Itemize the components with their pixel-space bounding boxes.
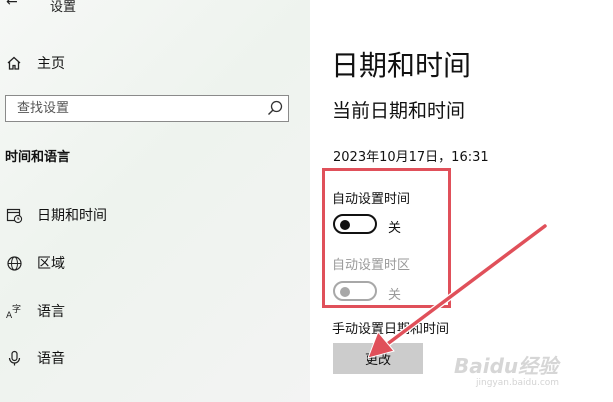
search-icon[interactable] (266, 99, 284, 117)
sidebar-item-home[interactable]: 主页 (0, 47, 310, 79)
sidebar-item-language[interactable]: A 字 语言 (0, 295, 310, 327)
calendar-clock-icon (5, 206, 23, 224)
search-box[interactable] (5, 95, 289, 122)
section-heading: 时间和语言 (5, 150, 71, 165)
sidebar-item-date-time[interactable]: 日期和时间 (0, 199, 310, 231)
watermark-brand: Baidu经验 (454, 354, 559, 378)
sidebar-item-label: 语言 (37, 304, 65, 320)
home-icon (5, 54, 23, 72)
section-subtitle: 当前日期和时间 (332, 100, 466, 122)
annotation-highlight-box (322, 168, 451, 308)
sidebar-item-label: 语音 (37, 351, 65, 367)
microphone-icon (5, 349, 23, 367)
search-input[interactable] (6, 96, 267, 121)
globe-icon (5, 254, 23, 272)
sidebar-item-region[interactable]: 区域 (0, 247, 310, 279)
sidebar: ← 设置 主页 时间和语言 日期和时间 (0, 0, 310, 402)
sidebar-item-label: 主页 (37, 56, 65, 72)
sidebar-item-label: 日期和时间 (37, 208, 107, 224)
sidebar-item-speech[interactable]: 语音 (0, 342, 310, 374)
window-title: 设置 (50, 0, 77, 15)
back-arrow-icon[interactable]: ← (6, 0, 18, 10)
main-panel: 日期和时间 当前日期和时间 2023年10月17日，16:31 自动设置时间 关… (310, 0, 613, 402)
sidebar-item-label: 区域 (37, 256, 65, 272)
change-button[interactable]: 更改 (333, 343, 423, 374)
watermark-site: jingyan.baidu.com (476, 378, 560, 388)
manual-datetime-label: 手动设置日期和时间 (332, 322, 450, 337)
svg-text:字: 字 (12, 303, 21, 315)
current-datetime: 2023年10月17日，16:31 (333, 150, 489, 165)
language-icon: A 字 (5, 302, 23, 320)
watermark: Baidu经验 jingyan.baidu.com (454, 350, 604, 400)
page-title: 日期和时间 (331, 49, 472, 82)
